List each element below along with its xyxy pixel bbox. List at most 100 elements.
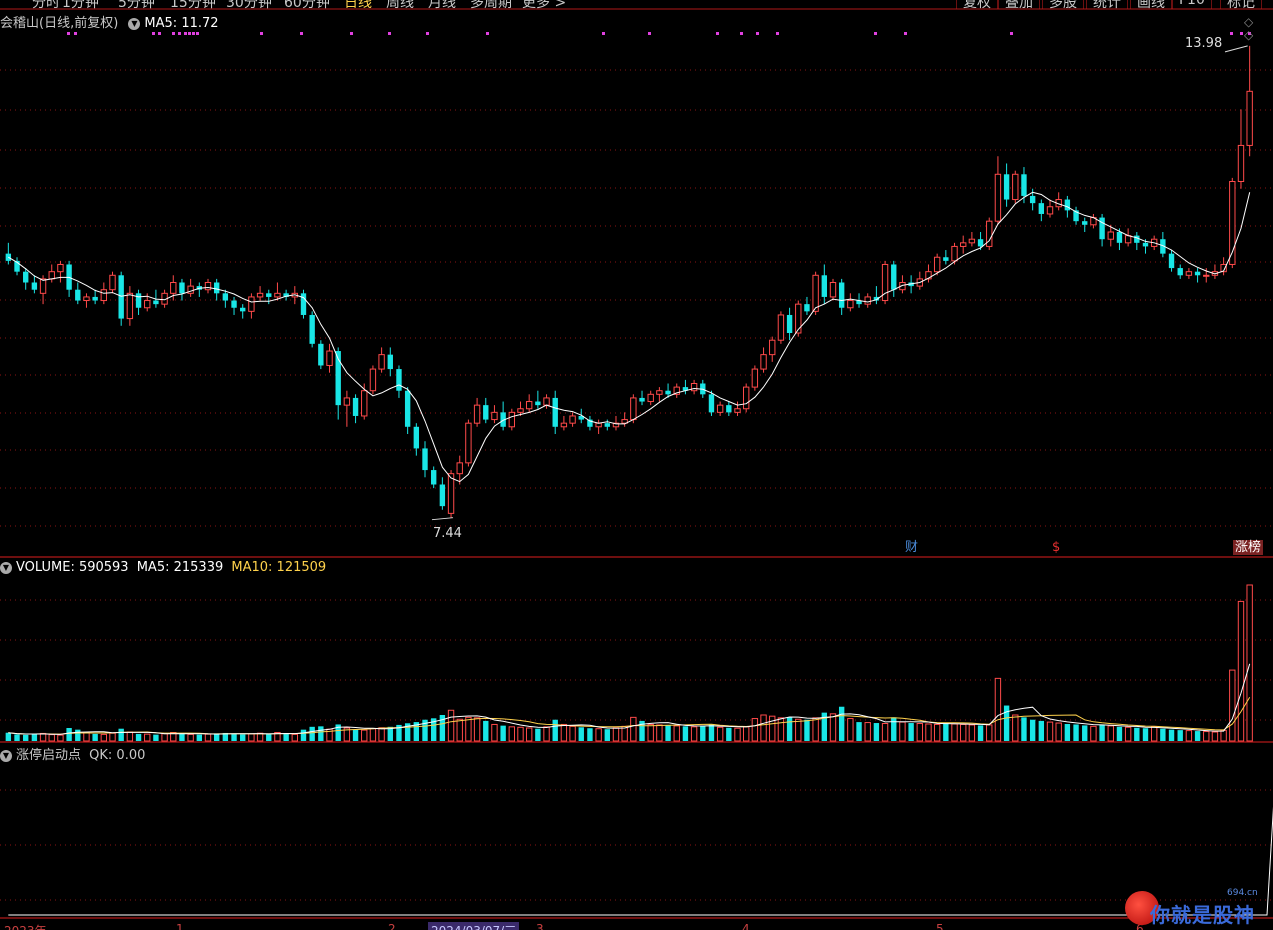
candle-body-down bbox=[1038, 203, 1045, 214]
volume-bar-down bbox=[14, 734, 20, 741]
volume-bar-down bbox=[283, 733, 289, 741]
volume-ma5-line bbox=[8, 663, 1251, 735]
volume-bar-down bbox=[682, 726, 689, 741]
signal-dot bbox=[388, 32, 391, 35]
signal-dot bbox=[172, 32, 175, 35]
volume-bar-up bbox=[465, 716, 472, 742]
stock-label[interactable]: 会稽山(日线,前复权) bbox=[0, 16, 118, 31]
volume-bar-down bbox=[1038, 720, 1045, 741]
volume-bar-up bbox=[760, 714, 767, 742]
candle-body-up bbox=[144, 300, 151, 309]
candle-body-up bbox=[951, 245, 958, 262]
volume-bar-down bbox=[75, 729, 81, 741]
volume-bar-up bbox=[647, 723, 654, 742]
signal-dot bbox=[67, 32, 70, 35]
signal-dot bbox=[776, 32, 779, 35]
candle-body-down bbox=[92, 296, 98, 301]
diamond-small-icon[interactable]: ◇ bbox=[1244, 28, 1253, 42]
volume-bar-up bbox=[925, 723, 932, 742]
volume-bar-up bbox=[291, 733, 298, 742]
signal-dot bbox=[152, 32, 155, 35]
candle-body-up bbox=[1237, 144, 1245, 183]
candle-body-up bbox=[57, 263, 64, 273]
candle-body-up bbox=[595, 422, 602, 428]
volume-bar-up bbox=[1246, 584, 1253, 742]
volume-bar-up bbox=[473, 717, 481, 742]
volume-bar-down bbox=[231, 733, 237, 741]
candle-body-down bbox=[75, 289, 81, 301]
volume-bar-down bbox=[1142, 728, 1149, 741]
volume-bar-up bbox=[1185, 730, 1193, 742]
indicator-name[interactable]: 涨停启动点 bbox=[16, 748, 81, 763]
volume-bar-down bbox=[318, 726, 324, 741]
dropdown-icon[interactable]: ▼ bbox=[128, 17, 141, 30]
candle-body-down bbox=[1003, 174, 1010, 200]
candle-body-up bbox=[109, 274, 116, 291]
volume-bar-up bbox=[100, 733, 108, 742]
signal-dot bbox=[426, 32, 429, 35]
signal-dot bbox=[1240, 32, 1243, 35]
candle-body-down bbox=[977, 239, 984, 247]
candle-body-down bbox=[726, 405, 732, 413]
candle-body-up bbox=[1012, 173, 1019, 201]
event-marker[interactable]: 涨榜 bbox=[1233, 540, 1264, 555]
candle-body-up bbox=[933, 256, 941, 273]
volume-bar-up bbox=[716, 726, 724, 742]
candle-body-down bbox=[31, 282, 38, 290]
candle-body-up bbox=[656, 390, 663, 395]
candle-body-down bbox=[891, 264, 897, 290]
volume-dropdown-icon[interactable]: ▼ bbox=[0, 561, 12, 574]
diamond-icon[interactable]: ◇ bbox=[1244, 15, 1253, 29]
candle-body-up bbox=[569, 415, 576, 424]
candle-body-down bbox=[135, 293, 142, 308]
event-marker[interactable]: 财 bbox=[903, 540, 920, 555]
event-marker[interactable]: $ bbox=[1050, 540, 1062, 555]
candle-body-up bbox=[517, 408, 524, 413]
candle-body-down bbox=[1082, 221, 1088, 225]
indicator-dropdown-icon[interactable]: ▼ bbox=[0, 749, 12, 762]
volume-bar-down bbox=[700, 725, 706, 741]
candle-body-up bbox=[447, 473, 455, 514]
signal-dot bbox=[648, 32, 651, 35]
volume-bar-up bbox=[1150, 726, 1158, 742]
volume-bar-up bbox=[630, 716, 637, 742]
volume-bar-up bbox=[83, 731, 90, 742]
signal-dot bbox=[188, 32, 191, 35]
candle-body-up bbox=[847, 300, 854, 309]
volume-bar-up bbox=[508, 726, 516, 742]
volume-bar-up bbox=[517, 726, 524, 742]
candle-body-down bbox=[179, 282, 185, 294]
volume-bar-down bbox=[92, 733, 98, 741]
signal-dot bbox=[716, 32, 719, 35]
candle-body-up bbox=[83, 296, 90, 302]
volume-bar-up bbox=[960, 723, 967, 742]
logo-domain: 694.cn bbox=[1227, 888, 1258, 898]
candle-body-up bbox=[204, 282, 212, 291]
candle-body-up bbox=[378, 354, 385, 370]
volume-bar-down bbox=[309, 726, 315, 741]
candle-body-down bbox=[352, 397, 359, 416]
candle-body-down bbox=[786, 314, 793, 333]
volume-bar-down bbox=[1168, 729, 1175, 741]
signal-dot bbox=[740, 32, 743, 35]
volume-bar-up bbox=[1220, 729, 1227, 742]
volume-bar-up bbox=[456, 718, 463, 742]
candle-body-up bbox=[170, 282, 177, 294]
date-tick: 2 bbox=[388, 922, 396, 930]
candle-body-down bbox=[318, 343, 324, 366]
volume-ma10-label: MA10: 121509 bbox=[231, 560, 327, 575]
candle-body-up bbox=[690, 383, 698, 392]
signal-dot bbox=[904, 32, 907, 35]
volume-bar-up bbox=[933, 723, 941, 742]
date-tick: 3 bbox=[536, 922, 544, 930]
volume-bar-up bbox=[742, 726, 750, 742]
candle-body-up bbox=[742, 386, 750, 410]
volume-bar-up bbox=[1012, 714, 1019, 742]
signal-dot bbox=[196, 32, 199, 35]
volume-bar-down bbox=[1029, 719, 1036, 741]
volume-bar-down bbox=[352, 729, 359, 741]
date-tick: 5 bbox=[936, 922, 944, 930]
kline-chart[interactable] bbox=[0, 0, 1273, 930]
signal-dot bbox=[1230, 32, 1233, 35]
signal-dot bbox=[602, 32, 605, 35]
